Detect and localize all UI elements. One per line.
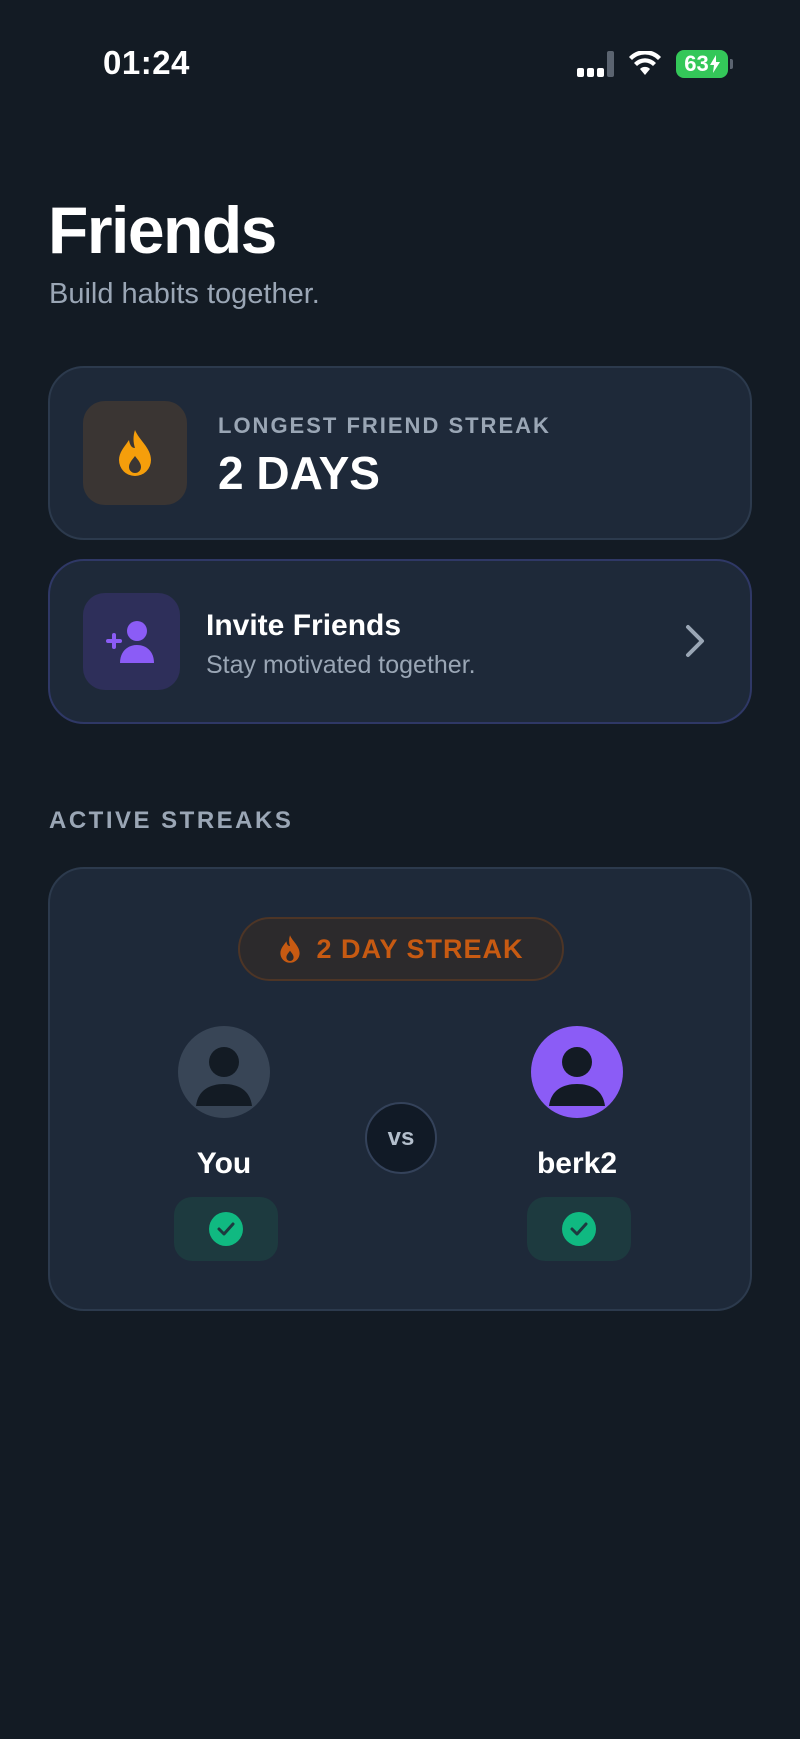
active-streaks-heading: ACTIVE STREAKS — [49, 807, 294, 834]
charging-bolt-icon — [709, 55, 720, 73]
longest-streak-icon-tile — [83, 401, 187, 505]
cellular-signal-icon — [577, 51, 614, 77]
check-circle-icon — [209, 1212, 243, 1246]
status-icons: 63 — [577, 50, 733, 78]
vs-badge: vs — [365, 1102, 437, 1174]
friends-screen: 01:24 63 Friends Build habits together. — [0, 0, 800, 1739]
page-subtitle: Build habits together. — [49, 278, 320, 310]
streak-badge: 2 DAY STREAK — [238, 917, 564, 981]
invite-icon-tile — [83, 593, 180, 690]
wifi-icon — [629, 51, 661, 75]
player-name-friend: berk2 — [536, 1147, 618, 1180]
check-circle-icon — [562, 1212, 596, 1246]
user-icon — [196, 1047, 252, 1106]
invite-friends-card[interactable]: Invite Friends Stay motivated together. — [48, 559, 752, 724]
flame-icon — [119, 430, 151, 476]
invite-subtitle: Stay motivated together. — [206, 651, 476, 679]
page-title: Friends — [48, 193, 277, 267]
avatar-friend — [531, 1026, 623, 1118]
longest-streak-label: LONGEST FRIEND STREAK — [218, 413, 551, 438]
invite-title: Invite Friends — [206, 609, 402, 642]
status-time: 01:24 — [103, 44, 190, 81]
avatar-you — [178, 1026, 270, 1118]
battery-level: 63 — [684, 51, 709, 76]
streak-badge-text: 2 DAY STREAK — [316, 933, 524, 964]
user-icon — [549, 1047, 605, 1106]
status-you — [174, 1197, 278, 1261]
chevron-right-icon — [686, 625, 704, 657]
add-user-icon — [105, 620, 154, 663]
active-streak-card[interactable]: 2 DAY STREAK vs You berk2 — [48, 867, 752, 1311]
longest-streak-card: LONGEST FRIEND STREAK 2 DAYS — [48, 366, 752, 540]
flame-icon — [280, 935, 301, 963]
player-name-you: You — [196, 1147, 252, 1180]
status-friend — [527, 1197, 631, 1261]
battery-indicator: 63 — [676, 50, 733, 78]
longest-streak-value: 2 DAYS — [218, 447, 380, 499]
